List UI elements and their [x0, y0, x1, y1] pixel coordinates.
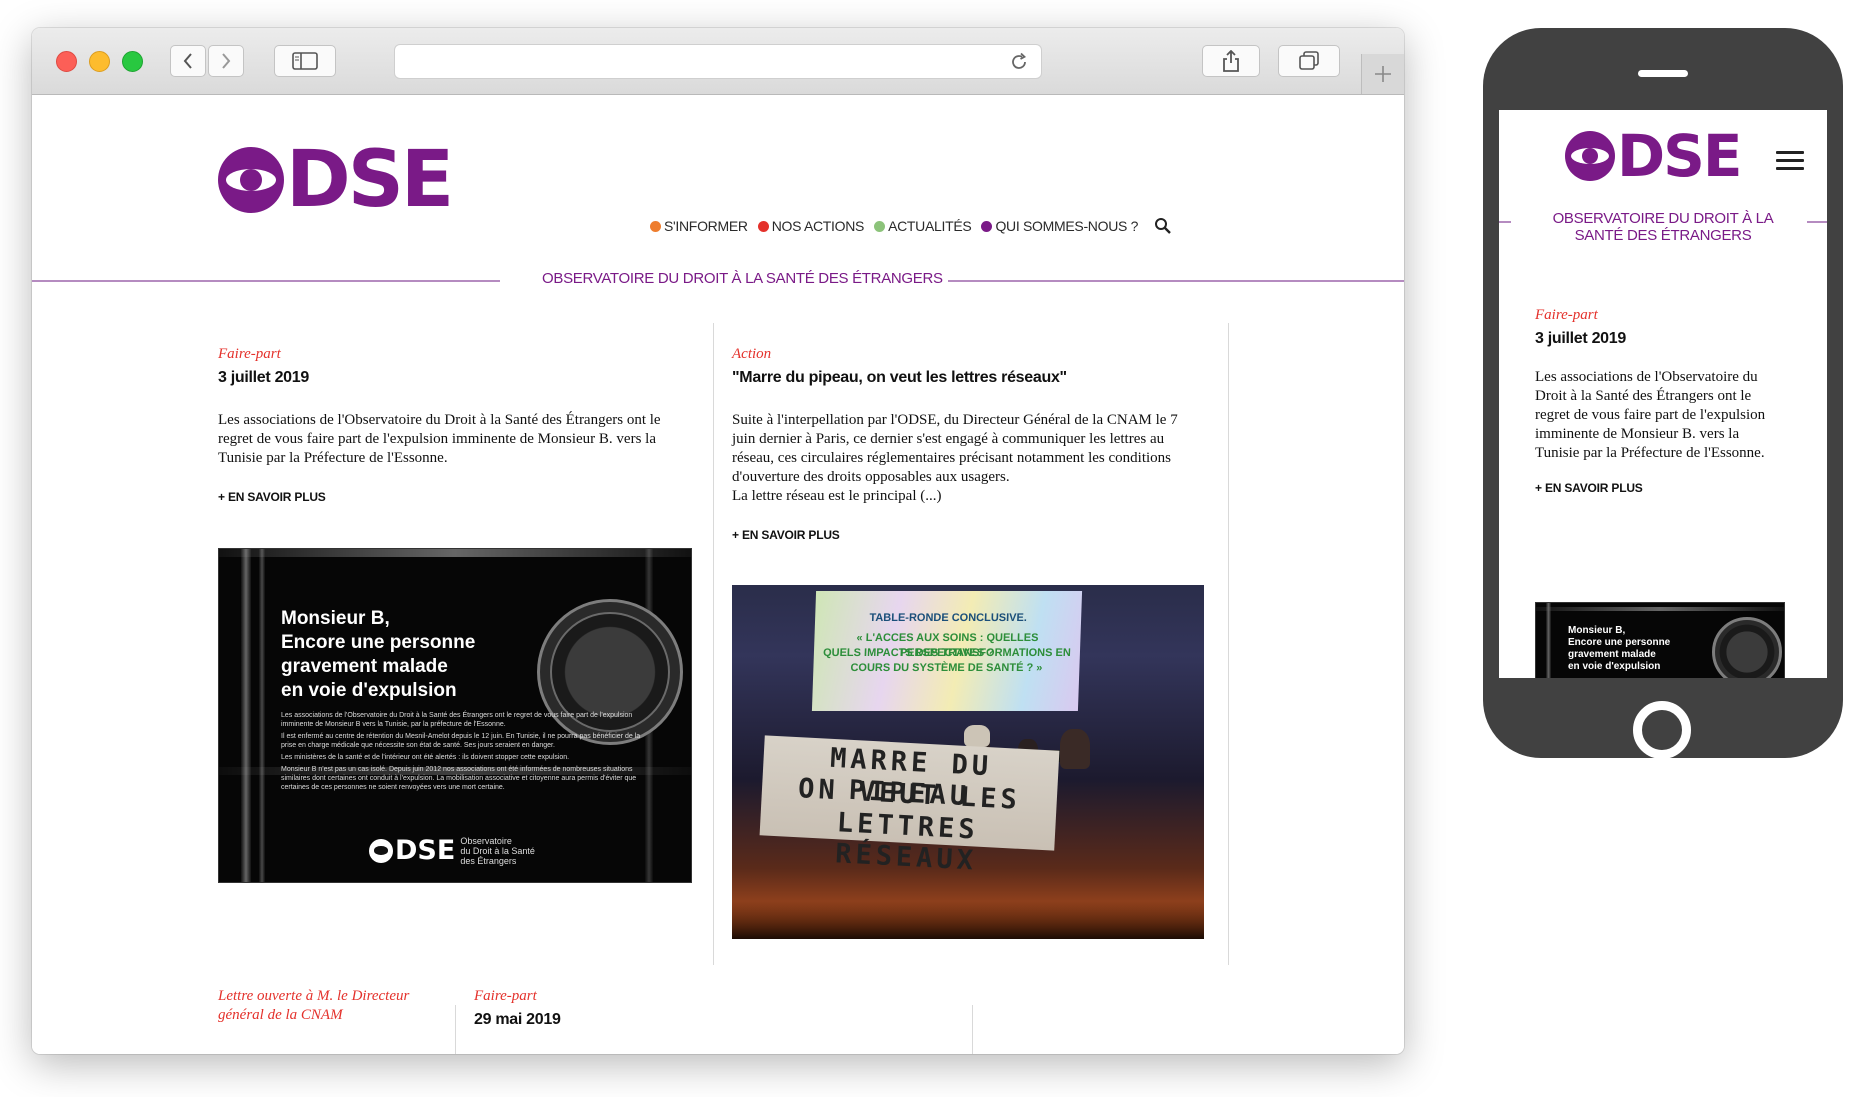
article-card: Faire-part 29 mai 2019 — [474, 987, 774, 1029]
home-button[interactable] — [1633, 701, 1691, 759]
poster-title: Monsieur B, Encore une personne gravemen… — [281, 608, 476, 701]
tabs-overview-button[interactable] — [1278, 45, 1340, 77]
article-excerpt: Les associations de l'Observatoire du Dr… — [1535, 369, 1766, 461]
zoom-window-button[interactable] — [122, 51, 143, 72]
web-page: DSE S'INFORMER NOS ACTIONS ACTUALITÉS QU… — [32, 95, 1404, 1054]
article-category[interactable]: Faire-part — [474, 987, 774, 1006]
share-icon — [1223, 50, 1239, 72]
nav-label: NOS ACTIONS — [771, 218, 865, 234]
nav-item-actions[interactable]: NOS ACTIONS — [757, 218, 865, 234]
main-nav: S'INFORMER NOS ACTIONS ACTUALITÉS QUI SO… — [650, 217, 1172, 235]
phone-device: DSE OBSERVATOIRE DU DROIT À LA SANTÉ DES… — [1483, 28, 1843, 759]
article-image-poster[interactable]: Monsieur B, Encore une personne gravemen… — [218, 548, 692, 883]
screen-text: COURS DU SYSTÈME DE SANTÉ ? » — [850, 662, 1043, 674]
back-button[interactable] — [170, 45, 206, 77]
poster-logo: DSE Observatoire du Droit à la Santé des… — [369, 835, 535, 866]
logo-text: DSE — [1617, 122, 1743, 190]
reload-icon[interactable] — [1009, 52, 1029, 72]
column-divider — [1228, 323, 1229, 965]
search-icon[interactable] — [1154, 217, 1172, 235]
article-card: Faire-part 3 juillet 2019 Les associatio… — [1535, 306, 1785, 495]
nav-label: S'INFORMER — [664, 218, 748, 234]
site-tagline: OBSERVATOIRE DU DROIT À LA SANTÉ DES ÉTR… — [1552, 210, 1774, 244]
article-title[interactable]: 29 mai 2019 — [474, 1011, 774, 1029]
article-excerpt: Les associations de l'Observatoire du Dr… — [218, 412, 661, 466]
sidebar-icon — [292, 52, 318, 70]
site-logo[interactable]: DSE — [218, 135, 454, 225]
share-button[interactable] — [1202, 45, 1260, 77]
article-card: Action "Marre du pipeau, on veut les let… — [732, 345, 1202, 542]
tabs-icon — [1299, 51, 1319, 70]
screen-text: TABLE-RONDE CONCLUSIVE. — [869, 612, 1028, 624]
column-divider — [972, 1005, 973, 1054]
protest-banner: MARRE DU PIPEAU ON VEUT LES LETTRES RÉSE… — [759, 735, 1060, 877]
site-logo[interactable]: DSE — [1565, 122, 1743, 190]
article-card: Lettre ouverte à M. le Directeur général… — [218, 987, 418, 1025]
poster-title: Monsieur B, Encore une personne gravemen… — [1568, 625, 1671, 672]
nav-dot — [757, 220, 769, 232]
column-divider — [455, 1005, 456, 1054]
seal-icon — [1712, 617, 1782, 678]
projection-screen: TABLE-RONDE CONCLUSIVE. « L'ACCES AUX SO… — [811, 591, 1083, 711]
person — [964, 725, 990, 747]
nav-dot — [874, 220, 886, 232]
close-window-button[interactable] — [56, 51, 77, 72]
site-tagline: OBSERVATOIRE DU DROIT À LA SANTÉ DES ÉTR… — [542, 270, 943, 287]
read-more-link[interactable]: + EN SAVOIR PLUS — [1535, 481, 1785, 495]
column-divider — [713, 323, 714, 965]
nav-label: ACTUALITÉS — [888, 218, 972, 234]
phone-speaker — [1638, 70, 1688, 77]
article-category[interactable]: Lettre ouverte à M. le Directeur général… — [218, 987, 418, 1025]
plus-icon — [1375, 66, 1391, 82]
sidebar-toggle-button[interactable] — [274, 45, 336, 77]
mobile-web-page: DSE OBSERVATOIRE DU DROIT À LA SANTÉ DES… — [1499, 110, 1827, 678]
article-excerpt-text: Suite à l'interpellation par l'ODSE, du … — [732, 412, 1178, 485]
hamburger-menu-icon[interactable] — [1776, 151, 1804, 175]
article-card: Faire-part 3 juillet 2019 Les associatio… — [218, 345, 668, 504]
new-tab-button[interactable] — [1361, 54, 1404, 94]
eye-logo-icon — [369, 838, 393, 863]
article-image-poster[interactable]: Monsieur B, Encore une personne gravemen… — [1535, 602, 1785, 678]
article-title[interactable]: 3 juillet 2019 — [218, 369, 668, 387]
eye-logo-icon — [1565, 131, 1615, 181]
poster-paragraph: Il est enfermé au centre de rétention du… — [281, 733, 641, 749]
forward-button[interactable] — [208, 45, 244, 77]
browser-window: DSE S'INFORMER NOS ACTIONS ACTUALITÉS QU… — [32, 28, 1404, 1054]
article-title[interactable]: 3 juillet 2019 — [1535, 330, 1785, 348]
article-category[interactable]: Faire-part — [1535, 306, 1785, 325]
poster-paragraph: Les associations de l'Observatoire du Dr… — [281, 712, 633, 728]
article-image-photo[interactable]: TABLE-RONDE CONCLUSIVE. « L'ACCES AUX SO… — [732, 585, 1204, 939]
article-title[interactable]: "Marre du pipeau, on veut les lettres ré… — [732, 369, 1202, 387]
nav-item-informer[interactable]: S'INFORMER — [650, 218, 748, 234]
poster-paragraph: Monsieur B n'est pas un cas isolé. Depui… — [281, 766, 637, 791]
browser-toolbar — [32, 28, 1404, 95]
chevron-left-icon — [183, 53, 192, 69]
article-excerpt-text: La lettre réseau est le principal (...) — [732, 488, 942, 504]
poster-paragraph: Les ministères de la santé et de l'intér… — [281, 754, 570, 761]
article-category[interactable]: Action — [732, 345, 1202, 364]
divider — [948, 280, 1404, 282]
chevron-right-icon — [222, 53, 231, 69]
nav-item-actualites[interactable]: ACTUALITÉS — [874, 218, 972, 234]
logo-text: DSE — [286, 135, 454, 225]
nav-dot — [650, 220, 661, 232]
tagline-row: OBSERVATOIRE DU DROIT À LA SANTÉ DES ÉTR… — [32, 269, 1404, 293]
screen-text: QUELS IMPACTS DES TRANSFORMATIONS EN — [822, 647, 1071, 659]
nav-item-qui-sommes-nous[interactable]: QUI SOMMES-NOUS ? — [981, 218, 1138, 234]
address-bar[interactable] — [394, 44, 1042, 79]
nav-dot — [981, 220, 993, 232]
divider — [32, 280, 500, 282]
poster-logo-text: DSE — [395, 835, 456, 866]
audience — [732, 901, 1204, 939]
article-category[interactable]: Faire-part — [218, 345, 668, 364]
article-excerpt: Suite à l'interpellation par l'ODSE, du … — [732, 411, 1202, 506]
poster-body: Les associations de l'Observatoire du Dr… — [281, 711, 653, 792]
person — [1060, 729, 1090, 769]
read-more-link[interactable]: + EN SAVOIR PLUS — [732, 528, 1202, 542]
eye-logo-icon — [218, 147, 284, 213]
minimize-window-button[interactable] — [89, 51, 110, 72]
read-more-link[interactable]: + EN SAVOIR PLUS — [218, 490, 668, 504]
nav-label: QUI SOMMES-NOUS ? — [995, 218, 1139, 234]
poster-logo-subtitle: Observatoire du Droit à la Santé des Étr… — [460, 835, 535, 866]
